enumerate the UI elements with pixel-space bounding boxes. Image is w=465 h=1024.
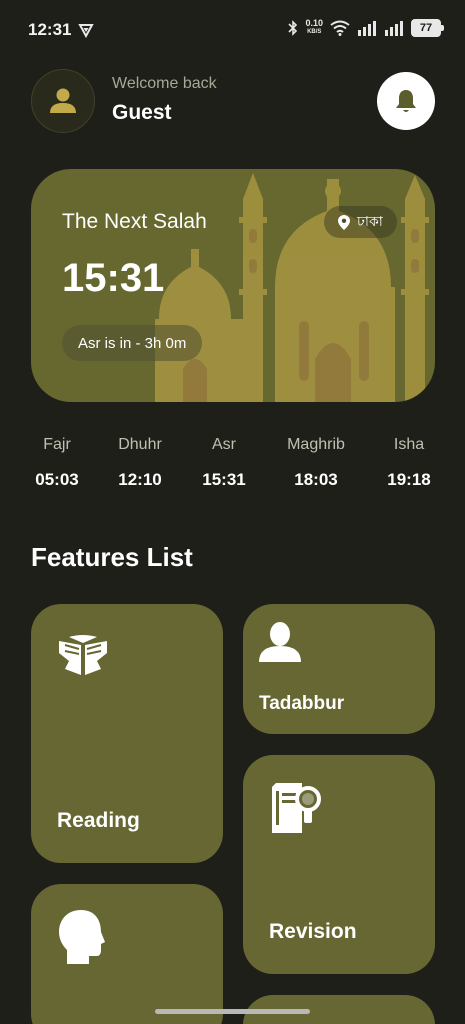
head-profile-icon [59,910,105,964]
book-search-icon [272,783,321,833]
prayer-name: Asr [211,436,236,453]
feature-card-reading[interactable]: Reading [31,604,223,863]
feature-card-fourth[interactable] [31,884,223,1024]
signal-icon-1 [358,21,376,36]
feature-card-tadabbur[interactable]: Tadabbur [243,604,435,734]
feature-label: Revision [269,920,357,943]
username: Guest [112,101,172,124]
prayer-isha: Isha 19:18 [387,436,430,490]
next-salah-title: The Next Salah [62,210,207,233]
open-book-icon [59,635,107,675]
next-salah-time: 15:31 [62,256,165,300]
status-time: 12:31 [28,20,72,39]
next-salah-card[interactable]: The Next Salah ঢাকা 15:31 Asr is in - 3h… [31,169,435,402]
battery-indicator: 77 [411,19,444,37]
location-pin-icon [338,214,350,230]
speed-value: 0.10 [305,18,323,28]
prayer-name: Dhuhr [118,436,162,453]
prayer-time: 18:03 [294,470,338,489]
signal-icon-2 [385,21,403,36]
prayer-asr: Asr 15:31 [202,436,245,490]
prayer-fajr: Fajr 05:03 [35,436,78,490]
feature-label: Reading [57,809,140,832]
avatar[interactable] [31,69,95,133]
wifi-icon [330,20,350,36]
prayer-times-row: Fajr 05:03 Dhuhr 12:10 Asr 15:31 Maghrib… [0,436,465,506]
notification-button[interactable] [377,72,435,130]
vpn-icon [78,24,94,38]
location-chip[interactable]: ঢাকা [324,206,397,238]
gesture-nav-bar[interactable] [155,1009,310,1014]
feature-label: Tadabbur [259,693,345,714]
prayer-time: 05:03 [35,470,79,489]
prayer-name: Isha [393,436,425,453]
prayer-name: Maghrib [287,436,345,453]
welcome-text: Welcome back [112,75,217,92]
feature-card-revision[interactable]: Revision [243,755,435,974]
prayer-time: 12:10 [118,470,162,489]
status-bar: 12:31 0.10 KB/S 77 [0,0,465,62]
prayer-time: 19:18 [387,470,431,489]
person-icon [259,622,301,662]
prayer-maghrib: Maghrib 18:03 [287,436,345,490]
location-label: ঢাকা [357,213,383,229]
prayer-dhuhr: Dhuhr 12:10 [118,436,162,490]
mosque-illustration [155,173,429,402]
network-speed: 0.10 KB/S [305,19,323,37]
countdown-chip: Asr is in - 3h 0m [62,325,203,361]
features-title: Features List [31,542,193,572]
status-icons: 0.10 KB/S 77 [288,19,444,37]
bell-icon [396,90,416,112]
user-icon [50,88,76,113]
speed-unit: KB/S [307,29,322,35]
bluetooth-icon [288,20,298,36]
prayer-time: 15:31 [202,470,246,489]
prayer-name: Fajr [43,436,71,453]
home-screen: 12:31 0.10 KB/S 77 Welcome back Guest Th… [0,0,465,1024]
